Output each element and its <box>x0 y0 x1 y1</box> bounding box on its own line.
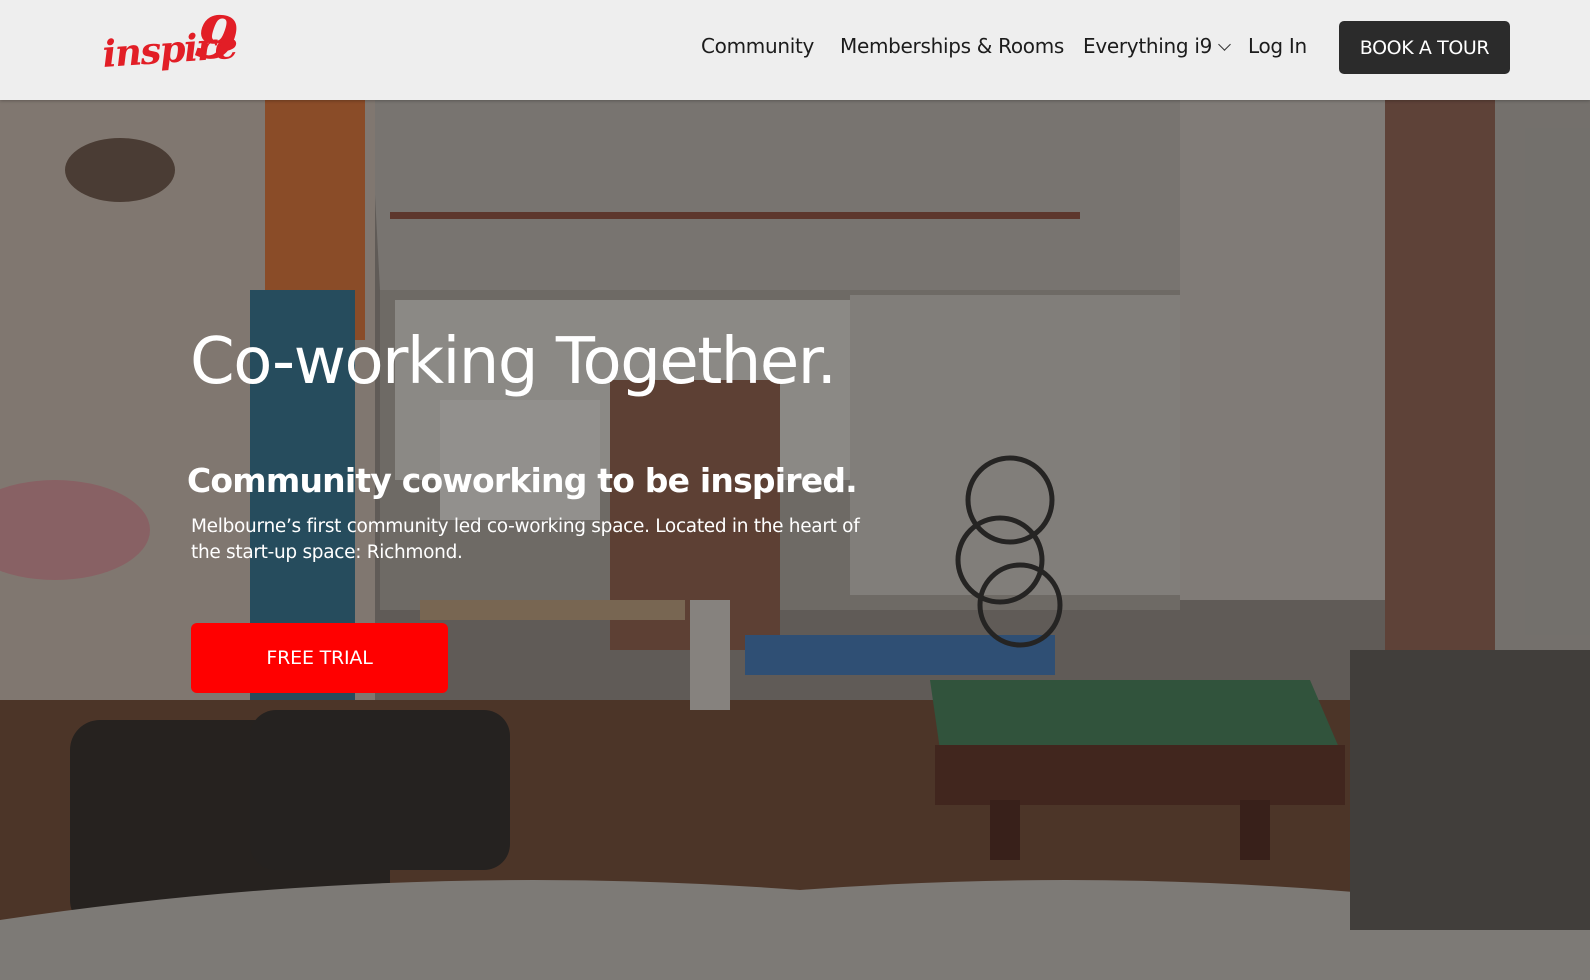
hero-title: Co-working Together. <box>190 325 837 399</box>
nav-memberships-rooms[interactable]: Memberships & Rooms <box>840 34 1064 58</box>
free-trial-button[interactable]: FREE TRIAL <box>191 623 448 693</box>
hero-section: Co-working Together. Community coworking… <box>0 100 1590 980</box>
book-a-tour-button[interactable]: BOOK A TOUR <box>1339 21 1510 74</box>
nav-log-in[interactable]: Log In <box>1248 34 1307 58</box>
inspire9-logo[interactable]: inspire 9 <box>101 1 244 78</box>
chevron-down-icon <box>1218 38 1231 51</box>
hero-subtitle: Community coworking to be inspired. <box>187 461 858 500</box>
site-header: inspire 9 Community Memberships & Rooms … <box>0 0 1590 100</box>
nav-everything-i9-label: Everything i9 <box>1083 34 1213 58</box>
nav-community[interactable]: Community <box>701 34 814 58</box>
hero-description: Melbourne’s first community led co-worki… <box>191 516 860 563</box>
nav-everything-i9[interactable]: Everything i9 <box>1083 34 1231 58</box>
